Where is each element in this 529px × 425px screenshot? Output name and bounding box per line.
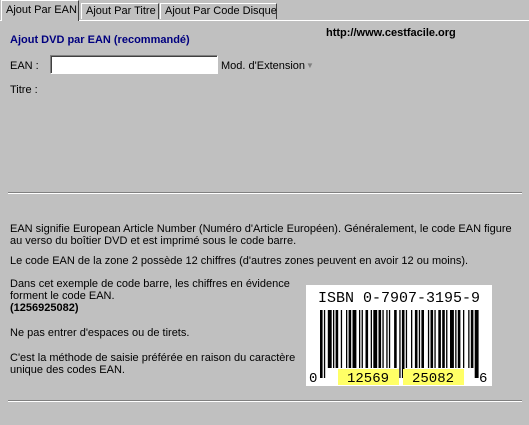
barcode-bar	[348, 310, 352, 368]
separator-bottom	[8, 400, 522, 402]
barcode-bar	[359, 310, 361, 368]
info-ean-definition: EAN signifie European Article Number (Nu…	[10, 223, 512, 247]
barcode-bar	[346, 310, 348, 368]
barcode-bar	[386, 310, 388, 368]
barcode-right-digit: 6	[479, 371, 487, 386]
tab-strip: Ajout Par EAN Ajout Par Titre Ajout Par …	[0, 0, 529, 21]
separator-top	[8, 192, 522, 194]
ean-label: EAN :	[10, 60, 39, 72]
barcode-bar	[450, 310, 454, 368]
barcode-bar	[373, 310, 378, 368]
barcode-bar	[388, 310, 391, 368]
barcode-bar	[427, 310, 430, 368]
barcode-isbn-text: ISBN 0-7907-3195-9	[318, 290, 480, 307]
barcode-bar	[442, 310, 445, 368]
barcode-bar	[335, 310, 339, 368]
info-preferred-method: C'est la méthode de saisie préférée en r…	[10, 352, 296, 376]
barcode-bar	[405, 310, 408, 368]
barcode-bar	[430, 310, 434, 368]
barcode-bar	[470, 310, 474, 368]
barcode-bar	[418, 310, 421, 368]
barcode-bar	[455, 310, 457, 368]
barcode-bar	[399, 310, 401, 378]
barcode-bar	[414, 310, 418, 368]
titre-label: Titre :	[10, 84, 38, 96]
barcode-bar	[434, 310, 436, 368]
form-heading: Ajout DVD par EAN (recommandé)	[10, 34, 190, 46]
barcode-bar	[421, 310, 424, 368]
barcode-group2: 25082	[412, 371, 454, 386]
extension-label: Mod. d'Extension	[221, 60, 306, 72]
tab-ajout-par-ean[interactable]: Ajout Par EAN	[1, 0, 79, 21]
barcode-bar	[327, 310, 332, 368]
barcode-bar	[323, 310, 326, 378]
barcode-bar	[457, 310, 461, 368]
barcode-image: ISBN 0-7907-3195-9 0 12569 25082 6	[306, 285, 492, 386]
tab-panel: Ajout DVD par EAN (recommandé) http://ww…	[0, 20, 529, 425]
barcode-bar	[411, 310, 413, 368]
info-barcode-example: Dans cet exemple de code barre, les chif…	[10, 278, 290, 302]
website-url: http://www.cestfacile.org	[326, 27, 456, 39]
barcode-bar	[468, 310, 470, 368]
barcode-bar	[365, 310, 369, 368]
barcode-left-digit: 0	[309, 371, 317, 386]
barcode-bar	[382, 310, 384, 368]
barcode-bar	[340, 310, 343, 368]
barcode-bar	[352, 310, 357, 368]
info-no-spaces: Ne pas entrer d'espaces ou de tirets.	[10, 327, 190, 339]
barcode-bar	[438, 310, 441, 368]
barcode-bar	[361, 310, 363, 368]
barcode-bar	[446, 310, 448, 368]
barcode-group1: 12569	[347, 371, 389, 386]
barcode-bar	[463, 310, 465, 368]
barcode-bar	[320, 310, 323, 378]
info-example-code: (1256925082)	[10, 302, 79, 314]
tab-ajout-par-titre[interactable]: Ajout Par Titre	[81, 3, 159, 19]
barcode-bar	[474, 310, 479, 378]
barcode-bar	[401, 310, 405, 378]
ean-input[interactable]	[50, 55, 218, 74]
barcode-bar	[333, 310, 335, 368]
barcode-bar	[394, 310, 397, 368]
extension-dropdown-arrow-icon[interactable]: ▼	[306, 60, 314, 72]
barcode-bar	[370, 310, 372, 368]
barcode-bar	[378, 310, 382, 368]
tab-ajout-par-code-disque[interactable]: Ajout Par Code Disque	[160, 3, 277, 19]
info-zone-digits: Le code EAN de la zone 2 possède 12 chif…	[10, 255, 469, 267]
